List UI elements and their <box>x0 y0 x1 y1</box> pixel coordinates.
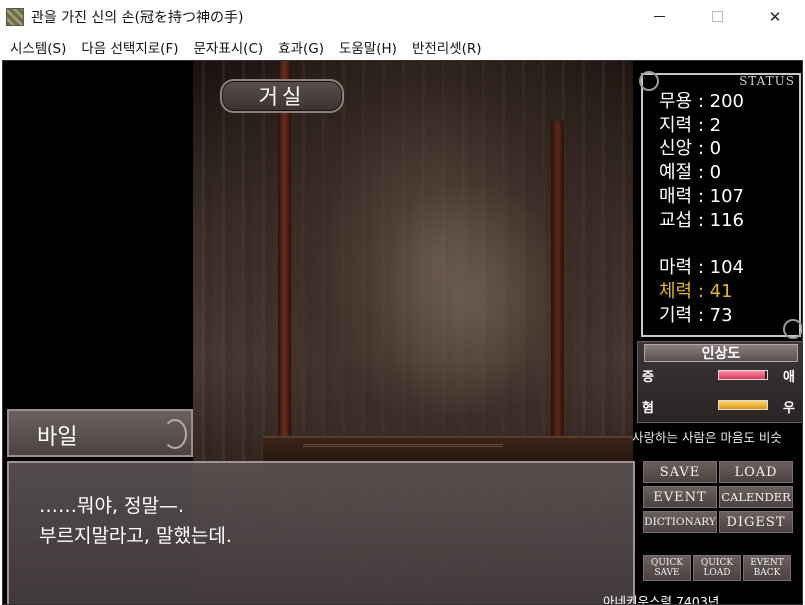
window-title: 관을 가진 신의 손(冠を持つ神の手) <box>31 10 244 26</box>
calender-button[interactable]: CALENDER <box>719 486 793 508</box>
status-panel: STATUS 무용 : 200 지력 : 2 신앙 : 0 예절 : 0 매력 … <box>639 71 802 339</box>
bed-ornament <box>303 444 503 454</box>
save-button[interactable]: SAVE <box>643 461 717 483</box>
ornament-icon <box>783 319 802 339</box>
load-button[interactable]: LOAD <box>719 461 793 483</box>
event-back-button[interactable]: EVENT BACK <box>743 555 791 581</box>
dialogue-line: ……뭐야, 정말—. <box>39 495 185 517</box>
affection-fill-love <box>719 371 765 379</box>
ornament-icon <box>639 71 659 91</box>
stat-cheryeok: 체력 : 41 <box>659 281 733 302</box>
affection-label-friendship: 우 <box>783 401 795 416</box>
stat-maeryeok: 매력 : 107 <box>659 186 744 207</box>
close-icon: ✕ <box>768 7 782 26</box>
digest-button[interactable]: DIGEST <box>719 511 793 533</box>
dialogue-box[interactable]: ……뭐야, 정말—. 부르지말라고, 말했는데. <box>7 461 635 604</box>
location-plate: 거실 <box>220 79 344 113</box>
dialogue-line: 부르지말라고, 말했는데. <box>39 525 232 547</box>
affection-label-love: 애 <box>783 370 795 385</box>
maximize-icon <box>711 11 723 22</box>
title-bar: 관을 가진 신의 손(冠を持つ神の手) ✕ <box>0 0 805 33</box>
menu-system[interactable]: 시스템(S) <box>4 33 75 58</box>
speaker-name-box: 바일 <box>7 409 193 457</box>
stat-maryeok: 마력 : 104 <box>659 257 744 278</box>
affection-bar-love <box>718 370 768 380</box>
minimize-icon <box>653 16 665 17</box>
app-icon <box>6 8 24 26</box>
speaker-name: 바일 <box>37 425 78 450</box>
stat-muyong: 무용 : 200 <box>659 91 744 112</box>
bedpost-left <box>278 61 291 481</box>
dictionary-button[interactable]: DICTIONARY <box>643 511 717 533</box>
stat-yejeol: 예절 : 0 <box>659 162 722 183</box>
bedpost-right <box>551 121 564 481</box>
quick-load-button[interactable]: QUICK LOAD <box>693 555 741 581</box>
location-name: 거실 <box>258 85 306 109</box>
game-date: 아네키우스력 7403년 <box>603 594 720 605</box>
close-button[interactable]: ✕ <box>752 0 798 33</box>
menu-reverse-reset[interactable]: 반전리셋(R) <box>406 33 491 58</box>
affection-label-dislike: 혐 <box>642 401 654 416</box>
game-screen[interactable]: 거실 STATUS 무용 : 200 지력 : 2 신앙 : 0 예절 : 0 … <box>2 60 803 605</box>
menu-bar: 시스템(S) 다음 선택지로(F) 문자표시(C) 효과(G) 도움말(H) 반… <box>0 33 805 58</box>
affection-title-bar: 인상도 <box>644 344 798 362</box>
curtain-light <box>373 181 573 421</box>
minimize-button[interactable] <box>636 0 682 33</box>
affection-comment: 사랑하는 사람은 마음도 비슷 <box>632 430 782 445</box>
affection-bar-friendship <box>718 400 768 410</box>
stat-sinang: 신앙 : 0 <box>659 138 722 159</box>
menu-help[interactable]: 도움말(H) <box>333 33 406 58</box>
menu-next-choice[interactable]: 다음 선택지로(F) <box>75 33 187 58</box>
affection-fill-friendship <box>719 401 767 409</box>
stat-gyoseop: 교섭 : 116 <box>659 210 744 231</box>
affection-label-hate: 증 <box>642 370 654 385</box>
quick-save-button[interactable]: QUICK SAVE <box>643 555 691 581</box>
menu-text-display[interactable]: 문자표시(C) <box>188 33 273 58</box>
affection-panel: 인상도 증 애 혐 우 사랑하는 사람은 마음도 비슷 <box>632 341 802 445</box>
stat-giryeok: 기력 : 73 <box>659 305 733 326</box>
maximize-button[interactable] <box>694 0 740 33</box>
event-button[interactable]: EVENT <box>643 486 717 508</box>
affection-title: 인상도 <box>701 346 741 362</box>
status-header: STATUS <box>739 74 795 88</box>
menu-effects[interactable]: 효과(G) <box>272 33 333 58</box>
